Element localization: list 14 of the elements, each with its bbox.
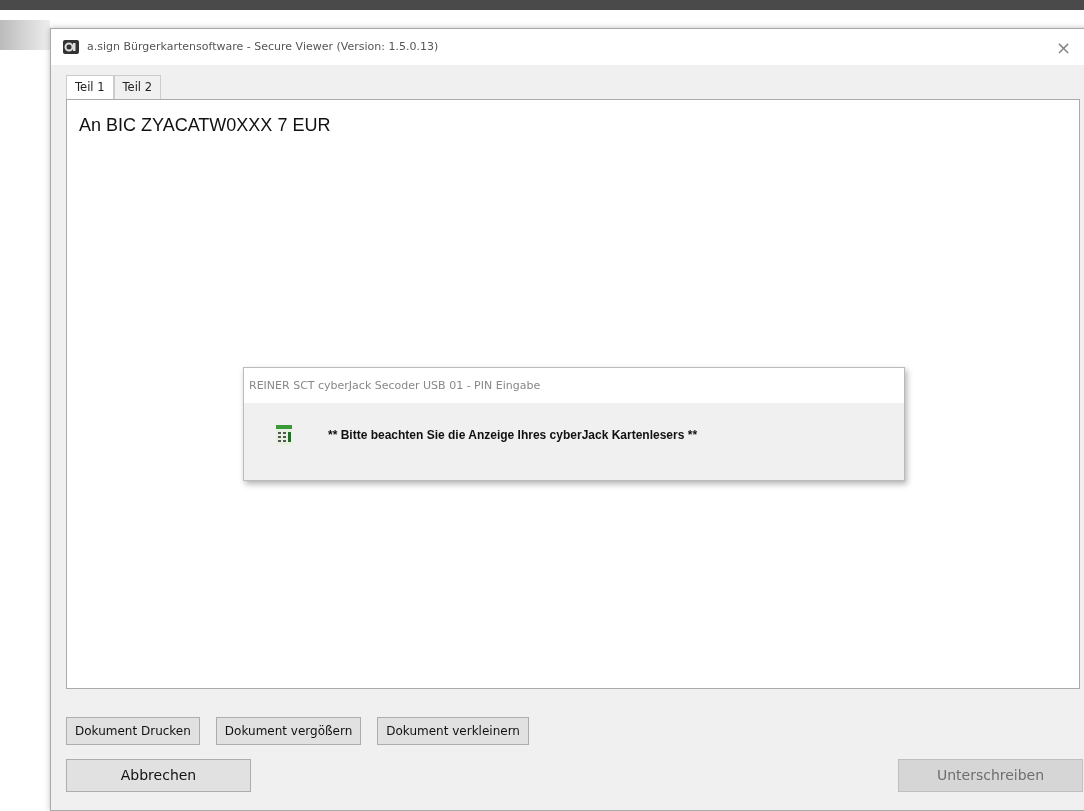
close-button[interactable]: × [1055,33,1071,61]
toolbar-button[interactable]: Dokument verkleinern [377,717,529,746]
dialog-title: REINER SCT cyberJack Secoder USB 01 - PIN Eingabe [249,377,541,394]
toolbar-button[interactable]: Dokument vergößern [215,717,362,746]
window-title: a.sign Bürgerkartensoftware - Secure Viewer (Version: 1.5.0.13) [87,38,439,55]
action-button[interactable]: Abbrechen [66,759,251,793]
background-window-edge [0,20,50,50]
dialog-message: ** Bitte beachten Sie die Anzeige Ihres cyberJack Kartenlesers ** [328,427,698,445]
app-logo-icon [63,40,79,54]
document-text: An BIC ZYACATW0XXX 7 EUR [79,114,332,138]
card-reader-icon [276,425,292,446]
toolbar-button[interactable]: Dokument Drucken [66,717,200,746]
tab[interactable]: Teil 2 [113,75,162,100]
tab[interactable]: Teil 1 [66,75,114,100]
